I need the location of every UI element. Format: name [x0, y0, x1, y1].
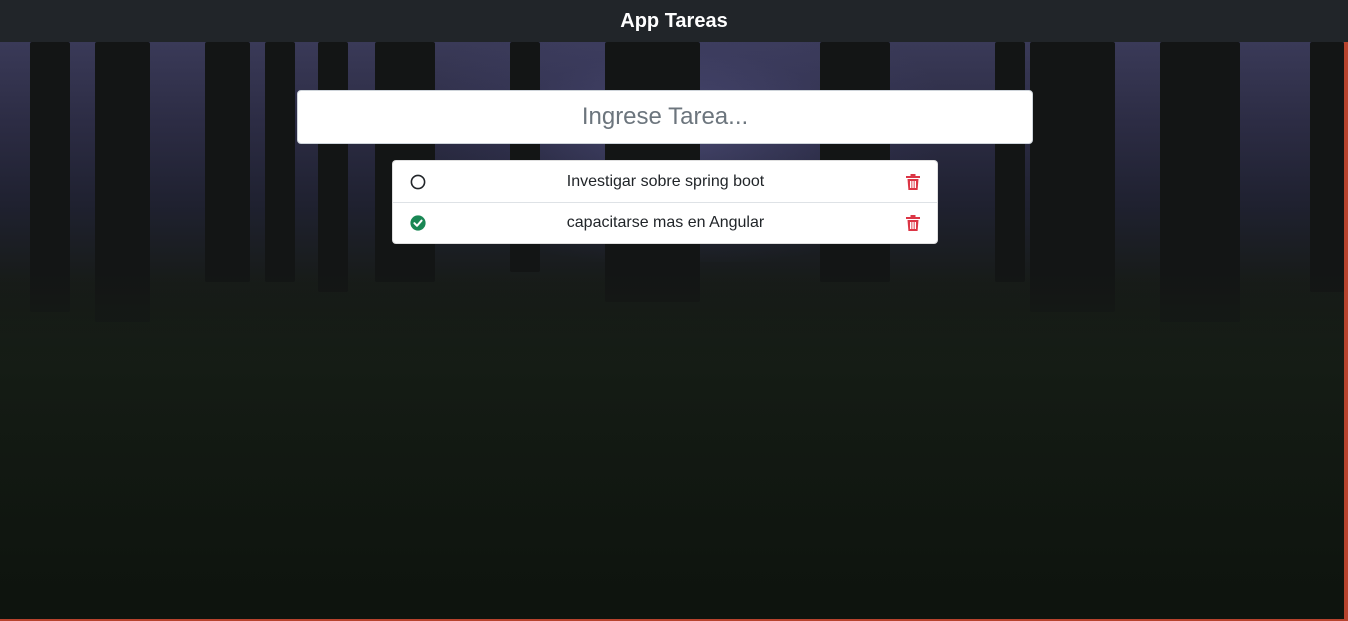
task-item: capacitarse mas en Angular: [393, 202, 937, 243]
app-title: App Tareas: [620, 9, 728, 32]
trash-icon[interactable]: [904, 173, 922, 191]
trash-icon[interactable]: [904, 214, 922, 232]
task-list: Investigar sobre spring boot capacitarse…: [392, 160, 938, 244]
circle-outline-icon[interactable]: [409, 173, 427, 191]
task-item: Investigar sobre spring boot: [393, 161, 937, 202]
new-task-input[interactable]: [297, 90, 1033, 144]
navbar: App Tareas: [0, 0, 1348, 42]
task-text: capacitarse mas en Angular: [566, 214, 765, 231]
window-border-right: [1344, 42, 1348, 621]
task-text: Investigar sobre spring boot: [566, 172, 765, 190]
check-circle-icon[interactable]: [409, 214, 427, 232]
